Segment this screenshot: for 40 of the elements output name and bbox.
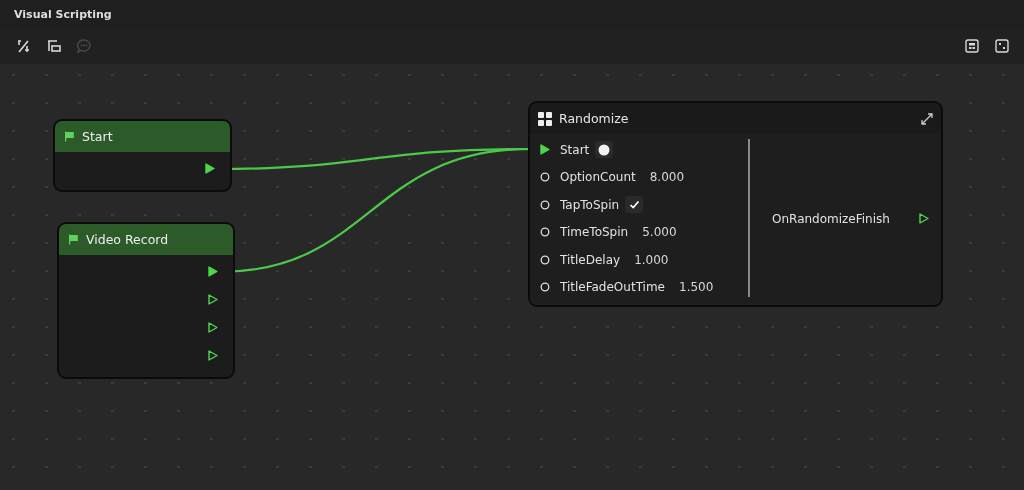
fit-view-icon[interactable] (994, 38, 1010, 54)
exec-pin-icon[interactable] (208, 321, 218, 333)
data-pin-icon[interactable] (540, 282, 550, 293)
curve-tool-icon[interactable] (16, 38, 32, 54)
checkbox[interactable] (625, 196, 644, 214)
value-field[interactable]: 5.000 (642, 225, 677, 240)
check-icon (628, 199, 640, 211)
pin-label: TapToSpin (560, 197, 620, 212)
node-title: Start (82, 129, 113, 144)
data-pin-icon[interactable] (540, 227, 550, 238)
pin-label: OnRandomizeFinish (772, 211, 890, 226)
graph-node[interactable]: Randomize Start OptionCount 8.000 TapToSpin TimeToSpin 5.000 TitleDelay 1.000 TitleFadeOutTime 1.500 OnRandomizeFinish (528, 101, 943, 307)
graph-node[interactable]: Start (53, 119, 232, 192)
layout-icon[interactable] (964, 38, 980, 54)
exec-pin-icon[interactable] (208, 265, 218, 277)
pin-label: TitleDelay (560, 252, 621, 267)
pin-label: Start (560, 142, 590, 157)
node-title: Randomize (559, 111, 630, 126)
data-pin-icon[interactable] (540, 254, 550, 265)
exec-pin-icon[interactable] (540, 144, 550, 156)
data-pin-icon[interactable] (540, 199, 550, 210)
graph-node[interactable]: Video Record (57, 222, 235, 379)
pin-label: TitleFadeOutTime (560, 280, 665, 295)
value-field[interactable]: 1.000 (634, 252, 669, 267)
expand-icon[interactable] (921, 112, 933, 125)
exec-pin-icon[interactable] (205, 162, 215, 174)
pin-label: OptionCount (560, 170, 636, 185)
pin-label: TimeToSpin (560, 225, 629, 240)
flag-icon (68, 234, 79, 245)
flag-icon (64, 131, 75, 142)
group-tool-icon[interactable] (46, 38, 62, 54)
window-title: Visual Scripting (14, 7, 112, 21)
exec-pin-icon[interactable] (919, 213, 929, 224)
exec-pin-icon[interactable] (208, 293, 218, 305)
node-title: Video Record (86, 232, 169, 247)
value-field[interactable]: 8.000 (649, 170, 685, 185)
grid-icon (538, 111, 552, 126)
exec-pin-icon[interactable] (208, 349, 218, 361)
data-pin-icon[interactable] (540, 172, 550, 183)
value-field[interactable]: 1.500 (679, 280, 714, 295)
